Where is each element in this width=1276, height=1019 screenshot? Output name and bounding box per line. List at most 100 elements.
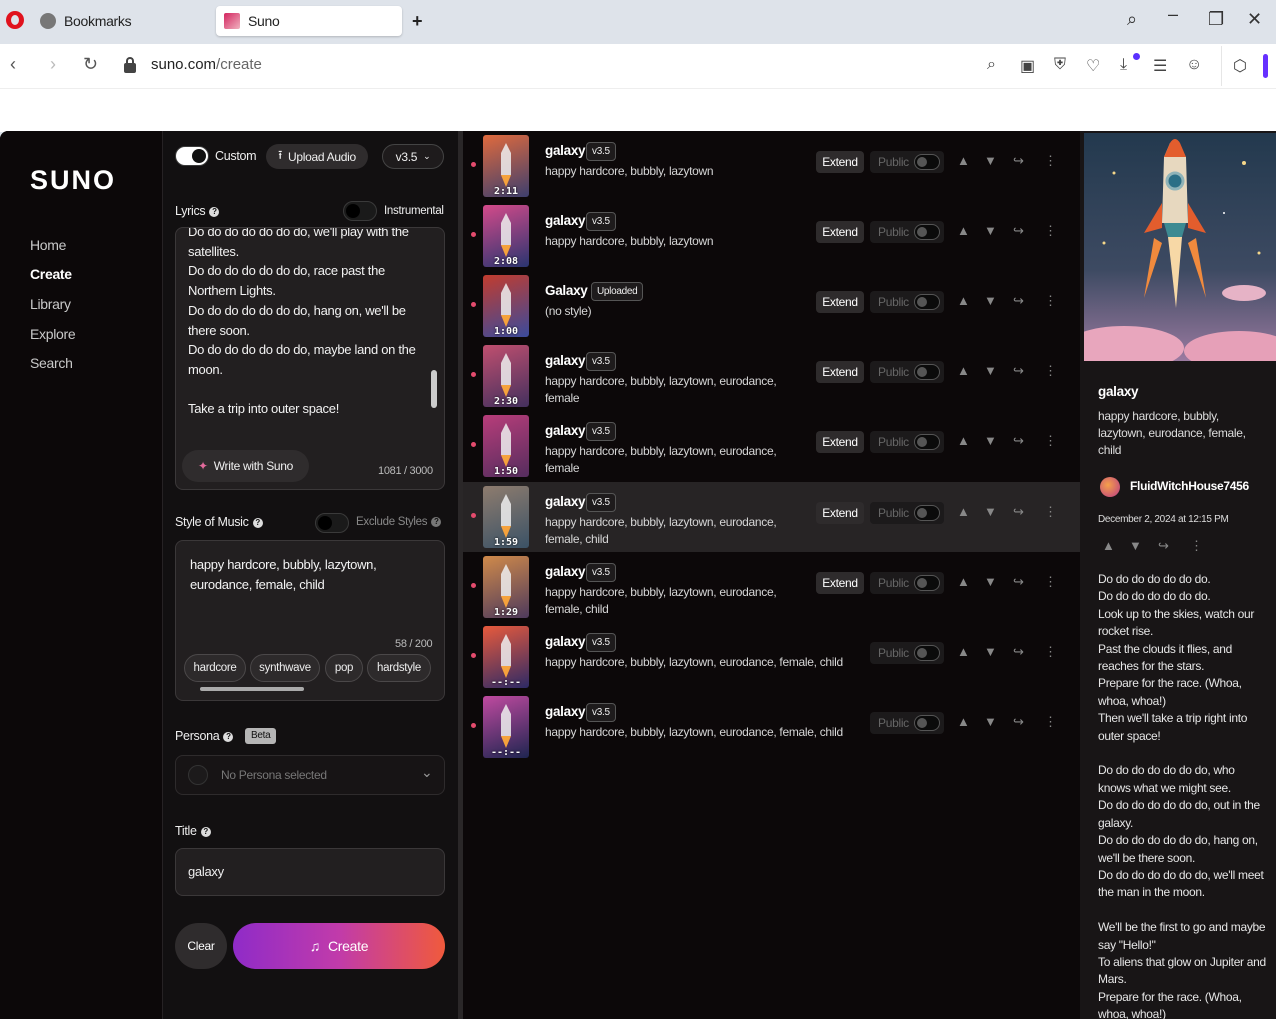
thumbs-up-icon[interactable]: ▲ xyxy=(957,223,970,238)
back-icon[interactable]: ‹ xyxy=(10,54,16,75)
tab-suno[interactable]: Suno xyxy=(216,6,402,36)
more-options-icon[interactable]: ⋮ xyxy=(1044,293,1057,309)
song-thumbnail[interactable]: 1:59 xyxy=(483,486,529,548)
camera-icon[interactable]: ▣ xyxy=(1020,56,1035,76)
url-field[interactable]: suno.com/create xyxy=(151,56,262,73)
song-thumbnail[interactable]: 2:30 xyxy=(483,345,529,407)
thumbs-down-icon[interactable]: ▼ xyxy=(984,644,997,659)
public-toggle[interactable]: Public xyxy=(870,221,944,243)
style-chip-hardstyle[interactable]: hardstyle xyxy=(367,654,431,682)
thumbs-up-icon[interactable]: ▲ xyxy=(957,363,970,378)
thumbs-up-icon[interactable]: ▲ xyxy=(957,714,970,729)
clear-button[interactable]: Clear xyxy=(175,923,227,969)
share-icon[interactable]: ↪ xyxy=(1158,538,1169,554)
help-icon[interactable]: ? xyxy=(200,826,211,837)
extend-button[interactable]: Extend xyxy=(816,431,864,453)
custom-toggle[interactable] xyxy=(175,146,209,166)
lyrics-scrollbar[interactable] xyxy=(428,230,440,418)
thumbs-down-icon[interactable]: ▼ xyxy=(984,363,997,378)
extend-button[interactable]: Extend xyxy=(816,291,864,313)
song-thumbnail[interactable]: --:-- xyxy=(483,626,529,688)
extend-button[interactable]: Extend xyxy=(816,572,864,594)
song-thumbnail[interactable]: 1:00 xyxy=(483,275,529,337)
share-icon[interactable]: ↪ xyxy=(1013,433,1024,449)
easy-setup-icon[interactable]: ☰ xyxy=(1153,56,1167,76)
opera-logo-icon[interactable] xyxy=(6,11,24,29)
help-icon[interactable]: ? xyxy=(431,516,442,527)
style-textarea[interactable]: happy hardcore, bubbly, lazytown, euroda… xyxy=(175,540,445,701)
persona-select[interactable]: No Persona selected ⌄ xyxy=(175,755,445,795)
share-icon[interactable]: ↪ xyxy=(1013,714,1024,730)
new-tab-icon[interactable]: + xyxy=(412,11,423,32)
help-icon[interactable]: ? xyxy=(209,206,220,217)
zoom-icon[interactable]: ⌕ xyxy=(987,56,996,74)
song-title[interactable]: Galaxy xyxy=(545,283,588,298)
shield-icon[interactable]: ⛨ xyxy=(1054,56,1066,74)
nav-search[interactable]: Search xyxy=(30,355,73,371)
public-toggle[interactable]: Public xyxy=(870,502,944,524)
upload-audio-button[interactable]: ⭱ Upload Audio xyxy=(266,144,368,169)
song-row[interactable]: 1:00 Galaxy Uploaded (no style) Extend Public… xyxy=(463,271,1080,341)
thumbs-up-icon[interactable]: ▲ xyxy=(957,574,970,589)
model-select[interactable]: v3.5 ⌄ xyxy=(382,144,444,169)
style-chip-pop[interactable]: pop xyxy=(325,654,363,682)
song-row[interactable]: 2:30 galaxy v3.5 happy hardcore, bubbly, la… xyxy=(463,341,1080,411)
more-options-icon[interactable]: ⋮ xyxy=(1044,504,1057,520)
song-row[interactable]: --:-- galaxy v3.5 happy hardcore, bubbly, l… xyxy=(463,692,1080,762)
song-row[interactable]: --:-- galaxy v3.5 happy hardcore, bubbly, l… xyxy=(463,622,1080,692)
song-title[interactable]: galaxy xyxy=(545,564,586,579)
song-title[interactable]: galaxy xyxy=(545,704,586,719)
song-title[interactable]: galaxy xyxy=(545,423,586,438)
help-icon[interactable]: ? xyxy=(252,517,263,528)
heart-icon[interactable]: ♡ xyxy=(1086,56,1100,76)
thumbs-down-icon[interactable]: ▼ xyxy=(984,153,997,168)
style-chip-hardcore[interactable]: hardcore xyxy=(184,654,246,682)
share-icon[interactable]: ↪ xyxy=(1013,293,1024,309)
share-icon[interactable]: ↪ xyxy=(1013,153,1024,169)
song-thumbnail[interactable]: 1:50 xyxy=(483,415,529,477)
instrumental-toggle[interactable] xyxy=(343,201,377,221)
thumbs-down-icon[interactable]: ▼ xyxy=(984,504,997,519)
more-options-icon[interactable]: ⋮ xyxy=(1044,153,1057,169)
thumbs-down-icon[interactable]: ▼ xyxy=(984,714,997,729)
song-row[interactable]: 1:29 galaxy v3.5 happy hardcore, bubbly, la… xyxy=(463,552,1080,622)
extend-button[interactable]: Extend xyxy=(816,502,864,524)
song-row[interactable]: 1:59 galaxy v3.5 happy hardcore, bubbly, la… xyxy=(463,482,1080,552)
nav-explore[interactable]: Explore xyxy=(30,326,76,342)
search-tabs-icon[interactable]: ⌕ xyxy=(1127,9,1137,30)
public-toggle[interactable]: Public xyxy=(870,642,944,664)
profile-icon[interactable]: ☺ xyxy=(1186,56,1202,74)
thumbs-up-icon[interactable]: ▲ xyxy=(957,644,970,659)
share-icon[interactable]: ↪ xyxy=(1013,363,1024,379)
song-title[interactable]: galaxy xyxy=(545,353,586,368)
public-toggle[interactable]: Public xyxy=(870,572,944,594)
public-toggle[interactable]: Public xyxy=(870,712,944,734)
extend-button[interactable]: Extend xyxy=(816,361,864,383)
more-options-icon[interactable]: ⋮ xyxy=(1044,223,1057,239)
more-options-icon[interactable]: ⋮ xyxy=(1044,433,1057,449)
extend-button[interactable]: Extend xyxy=(816,151,864,173)
nav-create[interactable]: Create xyxy=(30,266,72,282)
lyrics-textarea[interactable]: Do do do do do do do, we'll play with th… xyxy=(175,227,445,490)
extend-button[interactable]: Extend xyxy=(816,221,864,243)
song-thumbnail[interactable]: 2:08 xyxy=(483,205,529,267)
thumbs-down-icon[interactable]: ▼ xyxy=(984,433,997,448)
song-thumbnail[interactable]: --:-- xyxy=(483,696,529,758)
song-title[interactable]: galaxy xyxy=(545,213,586,228)
thumbs-down-icon[interactable]: ▼ xyxy=(1129,538,1142,553)
thumbs-down-icon[interactable]: ▼ xyxy=(984,223,997,238)
share-icon[interactable]: ↪ xyxy=(1013,223,1024,239)
share-icon[interactable]: ↪ xyxy=(1013,574,1024,590)
public-toggle[interactable]: Public xyxy=(870,361,944,383)
song-title[interactable]: galaxy xyxy=(545,634,586,649)
public-toggle[interactable]: Public xyxy=(870,151,944,173)
style-chip-synthwave[interactable]: synthwave xyxy=(250,654,320,682)
title-input[interactable]: galaxy xyxy=(175,848,445,896)
thumbs-up-icon[interactable]: ▲ xyxy=(957,504,970,519)
create-button[interactable]: ♫ Create xyxy=(233,923,445,969)
more-options-icon[interactable]: ⋮ xyxy=(1044,574,1057,590)
reload-icon[interactable]: ↻ xyxy=(83,54,98,75)
song-title[interactable]: galaxy xyxy=(545,143,586,158)
more-options-icon[interactable]: ⋮ xyxy=(1044,644,1057,660)
song-thumbnail[interactable]: 2:11 xyxy=(483,135,529,197)
